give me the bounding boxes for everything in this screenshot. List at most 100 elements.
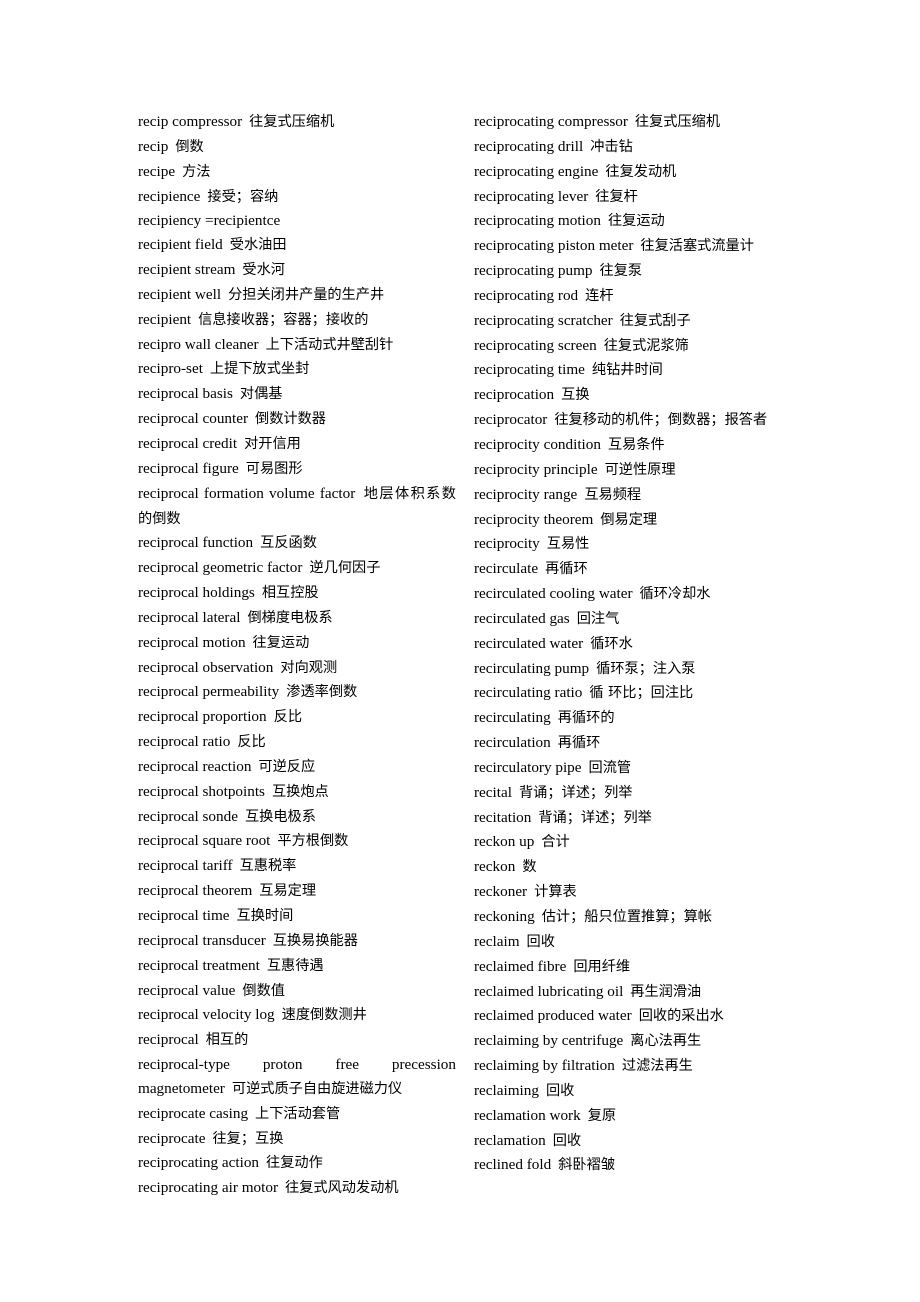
entry-definition-zh: 往复式刮子 bbox=[619, 312, 691, 329]
entry-term-en: reciprocal tariff bbox=[138, 857, 233, 875]
entry-term-en: recirculating bbox=[474, 709, 551, 727]
entry-definition-zh: 倒数值 bbox=[242, 982, 285, 999]
entry-separator bbox=[260, 954, 267, 978]
entry-separator bbox=[238, 805, 245, 829]
glossary-entry: reclaiming 回收 bbox=[474, 1079, 810, 1104]
entry-definition-zh: 过滤法再生 bbox=[621, 1058, 693, 1075]
glossary-entry: reciprocal holdings 相互控股 bbox=[138, 581, 474, 606]
entry-definition-zh: 往复式压缩机 bbox=[634, 114, 721, 130]
entry-term-en: reckon up bbox=[474, 833, 535, 851]
entry-term-en: reciprocate bbox=[138, 1129, 206, 1147]
entry-term-en: recitation bbox=[474, 808, 532, 826]
entry-definition-zh: 倒数 bbox=[175, 138, 204, 155]
entry-term-en: reciprocal treatment bbox=[138, 956, 260, 974]
entry-separator bbox=[628, 110, 635, 134]
glossary-entry: recirculating 再循环的 bbox=[474, 706, 810, 731]
glossary-entry: reclaiming by centrifuge 离心法再生 bbox=[474, 1029, 810, 1054]
glossary-entry: reckon 数 bbox=[474, 855, 810, 880]
entry-definition-zh: 倒数计数器 bbox=[255, 411, 326, 428]
entry-term-en: reciprocating drill bbox=[474, 137, 584, 155]
entry-definition-zh: 复原 bbox=[587, 1107, 617, 1124]
entry-term-en: reclaim bbox=[474, 932, 520, 950]
entry-separator bbox=[601, 209, 608, 233]
glossary-entry: reciprocal sonde 互换电极系 bbox=[138, 805, 474, 830]
entry-term-en: reciprocal figure bbox=[138, 459, 239, 477]
glossary-entry: reciprocating drill 冲击钻 bbox=[474, 135, 810, 160]
entry-separator bbox=[551, 731, 558, 755]
glossary-entry: reclaimed fibre 回用纤维 bbox=[474, 955, 810, 980]
glossary-entry: reciprocating screen 往复式泥浆筛 bbox=[474, 334, 810, 359]
entry-definition-zh: 往复运动 bbox=[607, 213, 665, 230]
entry-term-en: reclamation bbox=[474, 1131, 546, 1149]
entry-definition-zh: 回收 bbox=[545, 1082, 575, 1099]
glossary-entry: recirculated water 循环水 bbox=[474, 632, 810, 657]
entry-term-en: reciprocating lever bbox=[474, 187, 589, 205]
entry-definition-zh: 循 环比；回注比 bbox=[589, 685, 694, 702]
glossary-entry: reciprocate casing 上下活动套管 bbox=[138, 1102, 474, 1127]
glossary-entry: recipro-set 上提下放式坐封 bbox=[138, 357, 474, 382]
entry-definition-zh: 再循环 bbox=[545, 561, 588, 578]
entry-term-en: reciprocal bbox=[138, 1031, 199, 1049]
entry-separator bbox=[255, 581, 262, 605]
glossary-entry: reciprocal observation 对向观测 bbox=[138, 656, 474, 681]
entry-term-en: reciprocating time bbox=[474, 361, 585, 379]
entry-separator bbox=[203, 357, 210, 381]
glossary-entry: reckoning 估计；船只位置推算；算帐 bbox=[474, 905, 810, 930]
glossary-entry: reciprocal shotpoints 互换炮点 bbox=[138, 780, 474, 805]
entry-term-en: reclaimed fibre bbox=[474, 957, 567, 975]
entry-definition-zh: 纯钻井时间 bbox=[591, 362, 663, 379]
entry-definition-zh: 上提下放式坐封 bbox=[209, 361, 310, 378]
glossary-entry: recip compressor 往复式压缩机 bbox=[138, 110, 474, 135]
entry-term-en: reciprocal lateral bbox=[138, 608, 241, 626]
entry-separator bbox=[520, 930, 527, 954]
entry-separator bbox=[597, 334, 604, 358]
entry-definition-zh: 互易定理 bbox=[259, 883, 317, 900]
entry-definition-zh: 接受；容纳 bbox=[207, 188, 279, 205]
entry-term-en: recipro-set bbox=[138, 360, 203, 378]
entry-term-en: recip bbox=[138, 137, 169, 155]
glossary-entry: reclined fold 斜卧褶皱 bbox=[474, 1153, 810, 1178]
entry-definition-zh: 回用纤维 bbox=[573, 958, 631, 975]
entry-term-en: reciprocating engine bbox=[474, 162, 599, 180]
entry-term-en: recipient field bbox=[138, 236, 223, 254]
entry-definition-zh: 可逆式质子自由旋进磁力仪 bbox=[231, 1080, 403, 1097]
entry-separator bbox=[265, 780, 272, 804]
entry-definition-zh: 往复；互换 bbox=[212, 1130, 284, 1147]
glossary-entry: recirculating ratio 循 环比；回注比 bbox=[474, 681, 810, 706]
glossary-entry: reciprocal motion 往复运动 bbox=[138, 631, 474, 656]
entry-term-en: reciprocal counter bbox=[138, 410, 249, 428]
entry-separator bbox=[246, 631, 253, 655]
glossary-entry: recipro wall cleaner 上下活动式井壁刮针 bbox=[138, 333, 474, 358]
entry-definition-zh: 冲击钻 bbox=[590, 138, 633, 155]
glossary-entry: reciprocating engine 往复发动机 bbox=[474, 160, 810, 185]
entry-term-en: reclaiming by filtration bbox=[474, 1057, 615, 1075]
entry-definition-zh: 上下活动式井壁刮针 bbox=[265, 336, 394, 353]
glossary-entry: reciprocator 往复移动的机件；倒数器；报答者 bbox=[474, 408, 792, 433]
entry-definition-zh: 可逆性原理 bbox=[604, 461, 676, 478]
entry-term-en: reciprocal sonde bbox=[138, 807, 238, 825]
entry-definition-zh: 反比 bbox=[237, 734, 266, 751]
glossary-entry: recital 背诵；详述；列举 bbox=[474, 781, 810, 806]
entry-term-en: reclaimed produced water bbox=[474, 1007, 632, 1025]
entry-separator bbox=[585, 358, 592, 382]
glossary-entry: reciprocating air motor 往复式风动发动机 bbox=[138, 1176, 474, 1201]
entry-separator bbox=[233, 382, 240, 406]
entry-separator bbox=[259, 1151, 266, 1175]
entry-term-en: reciprocator bbox=[474, 411, 548, 429]
glossary-columns: recip compressor 往复式压缩机 recip 倒数 recipe 方法… bbox=[138, 110, 810, 1201]
entry-term-en: reciprocal velocity log bbox=[138, 1006, 275, 1024]
entry-definition-zh: 对开信用 bbox=[244, 435, 301, 452]
entry-term-en: reciprocal time bbox=[138, 907, 230, 924]
glossary-entry: reciprocal treatment 互惠待遇 bbox=[138, 954, 474, 979]
glossary-entry: reciprocal lateral 倒梯度电极系 bbox=[138, 606, 474, 631]
entry-term-en: reciprocal square root bbox=[138, 832, 271, 850]
glossary-entry: reciprocal counter 倒数计数器 bbox=[138, 407, 474, 432]
glossary-entry: reclaimed lubricating oil 再生润滑油 bbox=[474, 980, 810, 1005]
entry-definition-zh: 连杆 bbox=[585, 287, 614, 304]
entry-definition-zh: 互易条件 bbox=[607, 436, 665, 453]
glossary-entry: reciprocal transducer 互换易换能器 bbox=[138, 929, 474, 954]
entry-definition-zh: 相互控股 bbox=[261, 585, 319, 602]
glossary-column-right: reciprocating compressor 往复式压缩机 reciproca… bbox=[474, 110, 810, 1178]
entry-term-en: reciprocal theorem bbox=[138, 882, 253, 900]
entry-definition-zh: 往复发动机 bbox=[605, 163, 677, 180]
